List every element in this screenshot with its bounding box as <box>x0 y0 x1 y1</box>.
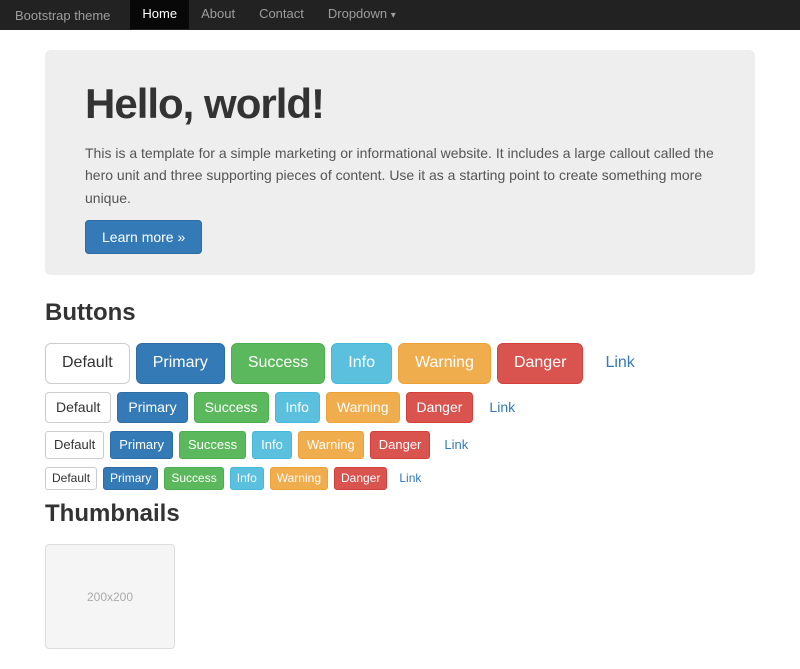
btn-primary-lg[interactable]: Primary <box>136 343 225 383</box>
btn-danger-xs[interactable]: Danger <box>334 467 387 490</box>
learn-more-button[interactable]: Learn more » <box>85 220 202 254</box>
nav-link-home[interactable]: Home <box>130 0 189 29</box>
btn-default-md[interactable]: Default <box>45 392 111 424</box>
hero-title: Hello, world! <box>85 80 715 128</box>
button-row-sm: Default Primary Success Info Warning Dan… <box>45 431 755 459</box>
nav-link-dropdown[interactable]: Dropdown ▾ <box>316 0 408 31</box>
btn-info-sm[interactable]: Info <box>252 431 292 459</box>
button-row-md: Default Primary Success Info Warning Dan… <box>45 392 755 424</box>
thumbnail-item[interactable]: 200x200 <box>45 544 175 649</box>
btn-warning-xs[interactable]: Warning <box>270 467 328 490</box>
thumbnails-section: Thumbnails 200x200 <box>45 500 755 649</box>
thumbnails-section-title: Thumbnails <box>45 500 755 528</box>
chevron-down-icon: ▾ <box>391 10 396 21</box>
nav-item-contact[interactable]: Contact <box>247 0 316 31</box>
btn-success-lg[interactable]: Success <box>231 343 325 383</box>
thumbnail-label: 200x200 <box>87 590 133 604</box>
btn-default-xs[interactable]: Default <box>45 467 97 490</box>
btn-primary-xs[interactable]: Primary <box>103 467 158 490</box>
btn-danger-lg[interactable]: Danger <box>497 343 583 383</box>
nav-link-about[interactable]: About <box>189 0 247 29</box>
btn-danger-sm[interactable]: Danger <box>370 431 431 459</box>
btn-primary-md[interactable]: Primary <box>117 392 187 424</box>
navbar: Bootstrap theme Home About Contact Dropd… <box>0 0 800 30</box>
buttons-section: Buttons Default Primary Success Info War… <box>45 299 755 490</box>
btn-primary-sm[interactable]: Primary <box>110 431 173 459</box>
btn-info-xs[interactable]: Info <box>230 467 264 490</box>
nav-item-home[interactable]: Home <box>130 0 189 31</box>
main-content: Hello, world! This is a template for a s… <box>30 30 770 669</box>
navbar-brand[interactable]: Bootstrap theme <box>15 8 110 23</box>
btn-default-lg[interactable]: Default <box>45 343 130 383</box>
nav-item-about[interactable]: About <box>189 0 247 31</box>
btn-success-xs[interactable]: Success <box>164 467 223 490</box>
btn-warning-md[interactable]: Warning <box>326 392 400 424</box>
btn-default-sm[interactable]: Default <box>45 431 104 459</box>
btn-link-lg[interactable]: Link <box>589 344 650 382</box>
btn-link-xs[interactable]: Link <box>393 468 427 489</box>
dropdown-label: Dropdown <box>328 6 387 21</box>
jumbotron: Hello, world! This is a template for a s… <box>45 50 755 275</box>
button-row-xs: Default Primary Success Info Warning Dan… <box>45 467 755 490</box>
btn-link-md[interactable]: Link <box>479 393 525 423</box>
btn-warning-sm[interactable]: Warning <box>298 431 364 459</box>
nav-link-contact[interactable]: Contact <box>247 0 316 29</box>
btn-info-md[interactable]: Info <box>275 392 320 424</box>
btn-success-sm[interactable]: Success <box>179 431 246 459</box>
button-row-lg: Default Primary Success Info Warning Dan… <box>45 343 755 383</box>
btn-info-lg[interactable]: Info <box>331 343 392 383</box>
btn-warning-lg[interactable]: Warning <box>398 343 491 383</box>
buttons-section-title: Buttons <box>45 299 755 327</box>
btn-success-md[interactable]: Success <box>194 392 269 424</box>
btn-link-sm[interactable]: Link <box>436 432 476 458</box>
hero-description: This is a template for a simple marketin… <box>85 142 715 209</box>
btn-danger-md[interactable]: Danger <box>406 392 474 424</box>
nav-item-dropdown[interactable]: Dropdown ▾ <box>316 0 408 31</box>
navbar-nav: Home About Contact Dropdown ▾ <box>130 0 407 31</box>
